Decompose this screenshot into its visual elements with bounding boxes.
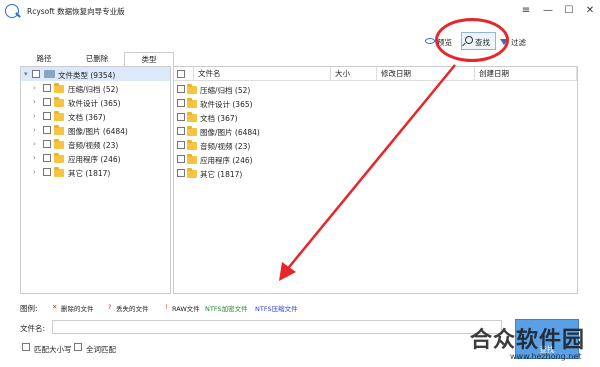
filename-input[interactable]: [52, 320, 502, 334]
watermark-text: 合众软件园: [470, 328, 586, 353]
legend: 图例: ✕ 删除的文件 ? 丢失的文件 ! RAW文件 NTFS加密文件 NTF…: [20, 303, 580, 313]
watermark: 合众软件园 www.hezhong.net: [470, 322, 600, 367]
lost-mark-icon: ?: [108, 303, 112, 311]
filename-label: 文件名:: [20, 324, 46, 333]
match-whole-checkbox[interactable]: [74, 343, 82, 351]
match-case-checkbox[interactable]: [22, 343, 30, 351]
legend-ntfs-compressed: NTFS压缩文件: [255, 305, 298, 313]
match-whole-label: 全词匹配: [86, 345, 116, 354]
deleted-mark-icon: ✕: [52, 303, 58, 311]
match-case-label: 匹配大小写: [34, 345, 72, 354]
arrow-shaft: [284, 64, 456, 273]
legend-deleted: 删除的文件: [61, 305, 94, 313]
raw-mark-icon: !: [165, 303, 168, 311]
legend-title: 图例:: [20, 304, 38, 313]
legend-raw: RAW文件: [172, 305, 200, 313]
legend-ntfs-encrypted: NTFS加密文件: [205, 305, 248, 313]
arrow-head: [279, 262, 296, 281]
watermark-url: www.hezhong.net: [510, 352, 582, 361]
legend-lost: 丢失的文件: [116, 305, 149, 313]
